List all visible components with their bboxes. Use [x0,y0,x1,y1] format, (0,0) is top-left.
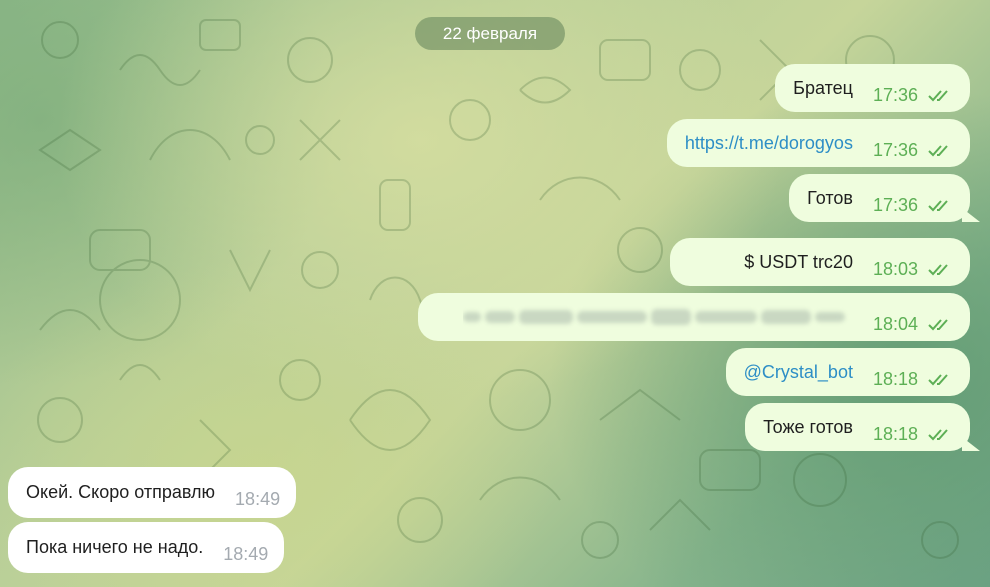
date-separator: 22 февраля [415,17,565,50]
message-time: 18:03 [872,258,918,279]
message-mention[interactable]: @Crystal_bot [744,362,853,383]
message-bubble-outgoing[interactable]: https://t.me/dorogyos 17:36 [666,119,970,167]
double-check-icon [928,264,948,276]
message-time: 17:36 [872,84,918,105]
message-time: 18:18 [872,368,918,389]
message-time: 18:49 [223,544,269,564]
message-text: Окей. Скоро отправлю [26,482,216,502]
message-time: 18:49 [235,489,281,509]
message-time: 18:04 [872,313,918,334]
message-bubble-outgoing[interactable]: Готов 17:36 [789,174,970,222]
double-check-icon [928,200,948,212]
message-text: Тоже готов [763,416,853,437]
double-check-icon [928,90,948,102]
message-text: $ USDT trc20 [744,251,853,272]
message-bubble-outgoing[interactable]: Братец 17:36 [775,64,970,112]
redacted-message-content [462,302,853,332]
message-time: 18:18 [872,423,918,444]
message-time: 17:36 [872,194,918,215]
message-text: Пока ничего не надо. [26,537,204,557]
double-check-icon [928,374,948,386]
message-bubble-outgoing[interactable]: 18:04 [418,293,970,341]
message-bubble-outgoing[interactable]: Тоже готов 18:18 [745,403,970,451]
message-bubble-incoming[interactable]: Пока ничего не надо. 18:49 [8,522,285,573]
message-time: 17:36 [872,139,918,160]
message-bubble-outgoing[interactable]: $ USDT trc20 18:03 [670,238,970,286]
message-bubble-outgoing[interactable]: @Crystal_bot 18:18 [725,348,970,396]
double-check-icon [928,145,948,157]
double-check-icon [928,429,948,441]
double-check-icon [928,319,948,331]
message-text: Готов [807,187,853,208]
message-bubble-incoming[interactable]: Окей. Скоро отправлю 18:49 [8,467,297,518]
message-link[interactable]: https://t.me/dorogyos [685,133,853,154]
message-text: Братец [793,77,853,98]
